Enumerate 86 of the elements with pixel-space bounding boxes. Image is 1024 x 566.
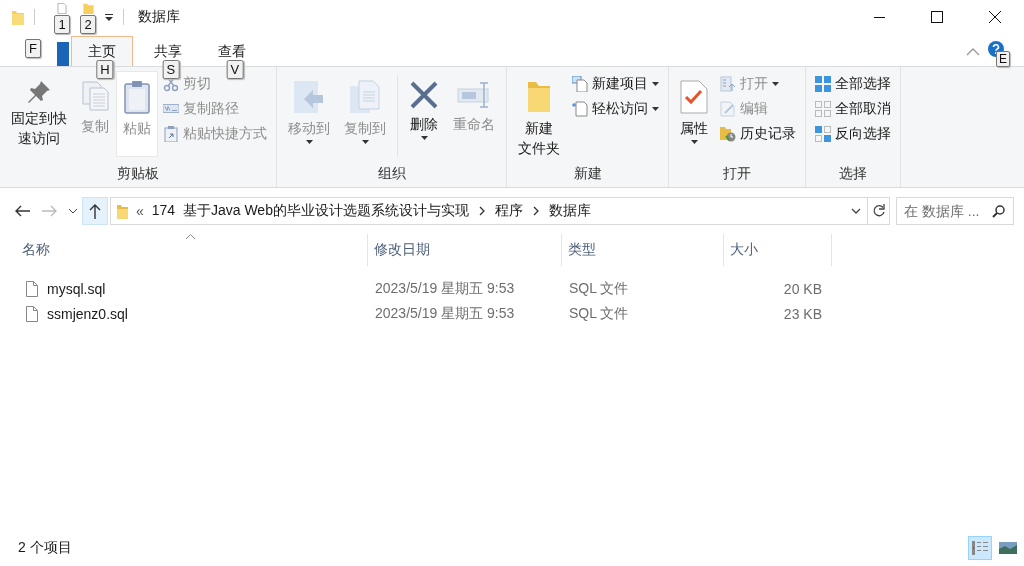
breadcrumb[interactable]: 数据库 <box>548 202 591 220</box>
address-bar[interactable]: « 174 基于Java Web的毕业设计选题系统设计与实现 程序 数据库 <box>110 197 868 225</box>
breadcrumb[interactable]: 174 基于Java Web的毕业设计选题系统设计与实现 <box>151 202 469 220</box>
ribbon-button[interactable]: 全部选择 <box>810 71 896 96</box>
group-label: 选择 <box>838 165 868 183</box>
open-icon <box>720 75 736 92</box>
empty-grid-icon <box>815 100 831 117</box>
ribbon-button[interactable]: 历史记录 <box>715 121 801 146</box>
list-icon <box>972 541 988 555</box>
overflow-chevron[interactable]: « <box>136 203 144 219</box>
chevron-down-icon <box>69 208 77 214</box>
column-header[interactable]: 类型 <box>568 241 596 259</box>
keytip-tooltip: F <box>25 39 41 58</box>
ribbon-button[interactable]: 属性 <box>673 71 715 157</box>
column-header[interactable]: 修改日期 <box>374 241 430 259</box>
customize-dropdown-icon[interactable] <box>105 13 113 21</box>
chevron-icon[interactable] <box>478 206 485 216</box>
grid-icon <box>815 125 831 142</box>
group-label: 组织 <box>376 165 407 183</box>
path-icon <box>163 104 179 113</box>
back-arrow-icon <box>14 205 30 217</box>
table-cell: 2023/5/19 星期五 9:53 <box>375 279 515 298</box>
table-cell: 23 KB <box>783 305 822 322</box>
ribbon-button[interactable]: 新建项目 <box>567 71 664 96</box>
pin-icon <box>27 80 51 104</box>
file-tab[interactable] <box>56 42 69 66</box>
keytip-tooltip: S <box>162 60 180 79</box>
up-arrow-icon <box>89 203 101 219</box>
maximize-icon <box>931 11 943 23</box>
copy-icon <box>349 80 381 114</box>
refresh-icon <box>871 204 886 218</box>
details-view-button[interactable] <box>968 536 992 560</box>
refresh-button[interactable] <box>868 197 890 225</box>
file-name[interactable]: mysql.sql <box>47 280 106 297</box>
column-header[interactable]: 大小 <box>730 241 758 259</box>
file-name[interactable]: ssmjenz0.sql <box>47 305 128 322</box>
group-label: 剪贴板 <box>116 165 160 183</box>
keytip-tooltip: E <box>996 51 1010 67</box>
group-label: 新建 <box>572 165 603 183</box>
dropdown-icon[interactable] <box>851 208 861 214</box>
table-cell: 2023/5/19 星期五 9:53 <box>375 304 515 323</box>
history-icon <box>720 125 736 142</box>
ribbon-button[interactable]: 反向选择 <box>810 121 896 146</box>
move-icon <box>293 80 325 114</box>
item-count: 2 个项目 <box>18 539 72 557</box>
ribbon-button[interactable]: 固定到快 速访问 <box>4 71 74 157</box>
table-cell: SQL 文件 <box>569 304 629 323</box>
folder-icon <box>12 9 24 25</box>
search-field[interactable]: 在 数据库 ... <box>896 197 1014 225</box>
checkmark-document-icon <box>680 80 708 114</box>
ribbon-button[interactable]: 新建 文件夹 <box>511 71 567 163</box>
keytip-tooltip: H <box>96 60 114 79</box>
forward-arrow-icon <box>42 205 58 217</box>
file-icon <box>26 305 38 322</box>
group-label: 打开 <box>722 165 752 183</box>
window-title: 数据库 <box>138 8 180 26</box>
close-icon <box>989 11 1001 23</box>
column-header[interactable]: 名称 <box>22 241 50 259</box>
ribbon-tab[interactable]: 主页 <box>70 36 133 66</box>
folder-icon <box>526 80 552 114</box>
chevron-icon[interactable] <box>532 206 539 216</box>
table-cell: SQL 文件 <box>569 279 629 298</box>
landscape-icon <box>999 542 1017 554</box>
edit-icon <box>720 100 736 117</box>
document-icon <box>572 100 588 117</box>
keytip-tooltip: V <box>226 60 244 79</box>
new-item-icon <box>572 75 588 92</box>
keytip-tooltip: 1 <box>54 15 70 34</box>
up-button[interactable] <box>82 197 108 225</box>
keytip-tooltip: 2 <box>80 15 96 34</box>
clipboard-shortcut-icon <box>163 125 179 142</box>
table-cell: 20 KB <box>783 280 822 297</box>
grid-icon <box>815 75 831 92</box>
collapse-ribbon-icon[interactable] <box>966 48 980 56</box>
minimize-icon <box>873 16 885 18</box>
file-icon <box>26 280 38 297</box>
rename-icon <box>456 80 492 110</box>
search-icon <box>992 205 1005 218</box>
breadcrumb[interactable]: 程序 <box>494 202 523 220</box>
delete-icon <box>409 80 439 110</box>
ribbon-button[interactable]: 轻松访问 <box>567 96 664 121</box>
ribbon-button[interactable]: 全部取消 <box>810 96 896 121</box>
copy-icon <box>81 80 109 112</box>
clipboard-icon <box>123 80 151 114</box>
folder-icon <box>117 203 128 219</box>
ribbon-button[interactable]: 删除 <box>402 71 446 157</box>
